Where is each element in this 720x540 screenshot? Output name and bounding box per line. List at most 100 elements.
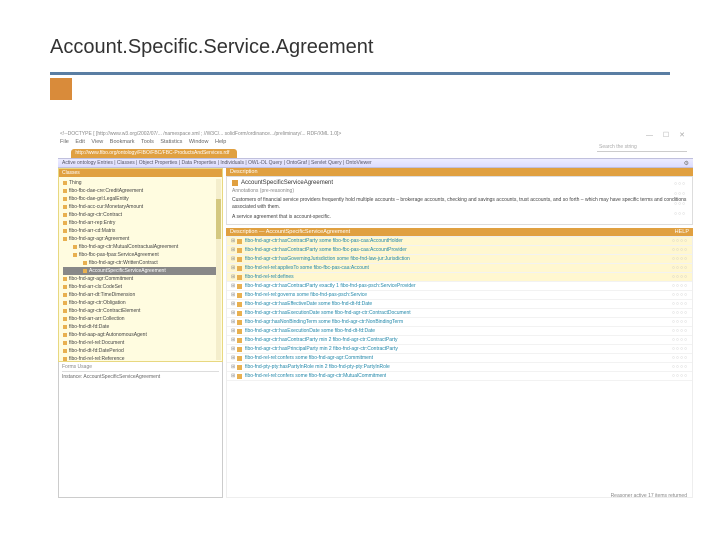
property-row[interactable]: ⊞fibo-fnd-rel-rel:confers some fibo-fnd-…	[227, 354, 692, 363]
class-icon	[237, 338, 242, 343]
tree-item[interactable]: fibo-fnd-arr-rep:Entry	[63, 219, 218, 227]
panel-dots-icon[interactable]: ○○○	[674, 211, 686, 217]
class-icon	[63, 197, 67, 201]
tab-inactive[interactable]	[58, 149, 71, 158]
row-actions-icon[interactable]: ○○○○	[672, 346, 688, 352]
formview-instance: Instance: AccountSpecificServiceAgreemen…	[62, 372, 219, 382]
property-label: fibo-fnd-agr-ctr:hasGoverningJurisdictio…	[245, 256, 410, 262]
tree-item[interactable]: fibo-fnd-dt-fd:Date	[63, 323, 218, 331]
menu-bookmark[interactable]: Bookmark	[110, 139, 135, 145]
tree-scrollbar[interactable]	[216, 179, 221, 360]
class-icon	[237, 257, 242, 262]
tree-item-label: fibo-fnd-arr-cd:Matrix	[69, 227, 115, 235]
tree-item[interactable]: fibo-fnd-aap-agt:AutonomousAgent	[63, 331, 218, 339]
row-actions-icon[interactable]: ○○○○	[672, 265, 688, 271]
menu-statistics[interactable]: Statistics	[160, 139, 182, 145]
row-actions-icon[interactable]: ○○○○	[672, 274, 688, 280]
property-row[interactable]: ⊞fibo-fnd-agr:hasNonBindingTerm some fib…	[227, 318, 692, 327]
tree-item[interactable]: fibo-fnd-arr-cd:Matrix	[63, 227, 218, 235]
tree-item[interactable]: fibo-fbc-pas-fpas:ServiceAgreement	[63, 251, 218, 259]
row-actions-icon[interactable]: ○○○○	[672, 283, 688, 289]
row-actions-icon[interactable]: ○○○○	[672, 256, 688, 262]
property-row[interactable]: ⊞fibo-fnd-agr-ctr:hasExecutionDate some …	[227, 327, 692, 336]
property-row[interactable]: ⊞fibo-fnd-agr-ctr:hasPrincipalParty min …	[227, 345, 692, 354]
property-row[interactable]: ⊞fibo-fnd-pty-pty:hasPartyInRole min 2 f…	[227, 363, 692, 372]
property-row[interactable]: ⊞fibo-fnd-agr-ctr:hasEffectiveDate some …	[227, 300, 692, 309]
row-actions-icon[interactable]: ○○○○	[672, 337, 688, 343]
tree-item[interactable]: fibo-fnd-agr-ctr:WrittenContract	[63, 259, 218, 267]
toolbar-tabs[interactable]: Active ontology Entries | Classes | Obje…	[62, 160, 372, 166]
panel-dots-icon[interactable]: ○○○	[674, 181, 686, 187]
tree-item[interactable]: AccountSpecificServiceAgreement	[63, 267, 218, 275]
menu-help[interactable]: Help	[215, 139, 226, 145]
description-subheader: Annotations (pre-reasoning)	[232, 188, 687, 194]
tree-item-label: fibo-fnd-agr-agr:Agreement	[69, 235, 129, 243]
class-icon	[237, 311, 242, 316]
tree-item-label: fibo-fnd-agr-ctr:WrittenContract	[89, 259, 158, 267]
tree-item-label: fibo-fnd-rel-rel:Document	[69, 339, 124, 347]
status-footer: Reasoner active 17 items returned	[611, 493, 687, 499]
property-label: fibo-fnd-rel-rel:governs some fibo-fnd-p…	[245, 292, 367, 298]
help-link[interactable]: HELP	[675, 229, 689, 235]
tree-item[interactable]: fibo-fbc-dae-cre:CreditAgreement	[63, 187, 218, 195]
property-row[interactable]: ⊞fibo-fnd-agr-ctr:hasContractParty min 2…	[227, 336, 692, 345]
toolbar[interactable]: Active ontology Entries | Classes | Obje…	[58, 158, 693, 168]
row-actions-icon[interactable]: ○○○○	[672, 301, 688, 307]
row-actions-icon[interactable]: ○○○○	[672, 364, 688, 370]
tree-item-label: fibo-fbc-dae-grl:LegalEntity	[69, 195, 129, 203]
tree-item[interactable]: fibo-fnd-agr-ctr:ContractElement	[63, 307, 218, 315]
property-row[interactable]: ⊞fibo-fnd-rel-rel:confers some fibo-fnd-…	[227, 372, 692, 381]
tree-item[interactable]: fibo-fnd-acc-cur:MonetaryAmount	[63, 203, 218, 211]
class-icon	[63, 229, 67, 233]
row-actions-icon[interactable]: ○○○○	[672, 373, 688, 379]
row-actions-icon[interactable]: ○○○○	[672, 355, 688, 361]
property-label: fibo-fnd-agr-ctr:hasEffectiveDate some f…	[245, 301, 372, 307]
property-row[interactable]: ⊞fibo-fnd-rel-rel:governs some fibo-fnd-…	[227, 291, 692, 300]
property-row[interactable]: ⊞fibo-fnd-agr-ctr:hasContractParty some …	[227, 246, 692, 255]
window-controls[interactable]: — ☐ ✕	[646, 131, 689, 139]
property-row[interactable]: ⊞fibo-fnd-agr-ctr:hasExecutionDate some …	[227, 309, 692, 318]
class-tree[interactable]: Classes Thingfibo-fbc-dae-cre:CreditAgre…	[58, 168, 223, 362]
tree-item[interactable]: fibo-fnd-rel-rel:Reference	[63, 355, 218, 362]
class-icon	[237, 239, 242, 244]
property-row[interactable]: ⊞fibo-fnd-rel-rel:defines○○○○	[227, 273, 692, 282]
menu-tools[interactable]: Tools	[141, 139, 154, 145]
class-icon	[63, 213, 67, 217]
tree-item[interactable]: Thing	[63, 179, 218, 187]
class-icon	[83, 261, 87, 265]
row-actions-icon[interactable]: ○○○○	[672, 238, 688, 244]
class-icon	[63, 277, 67, 281]
menu-file[interactable]: File	[60, 139, 69, 145]
tree-item[interactable]: fibo-fnd-agr-agr:Agreement	[63, 235, 218, 243]
property-row[interactable]: ⊞fibo-fnd-agr-ctr:hasContractParty exact…	[227, 282, 692, 291]
tree-item[interactable]: fibo-fnd-agr-ctr:Obligation	[63, 299, 218, 307]
tree-item[interactable]: fibo-fnd-dt-fd:DatePeriod	[63, 347, 218, 355]
formview-tabs[interactable]: Forms Usage	[62, 364, 219, 372]
property-row[interactable]: ⊞fibo-fnd-agr-ctr:hasGoverningJurisdicti…	[227, 255, 692, 264]
class-icon	[237, 302, 242, 307]
tab-active[interactable]: http://www.fibo.org/ontology/FIBO/FBC/FB…	[71, 149, 237, 158]
tree-item[interactable]: fibo-fnd-arr-dt:TimeDimension	[63, 291, 218, 299]
search-input[interactable]: Search the string	[597, 144, 687, 152]
property-row[interactable]: ⊞fibo-fnd-rel-rel:appliesTo some fibo-fb…	[227, 264, 692, 273]
tree-item[interactable]: fibo-fnd-agr-ctr:Contract	[63, 211, 218, 219]
row-actions-icon[interactable]: ○○○○	[672, 328, 688, 334]
tree-item[interactable]: fibo-fnd-agr-agr:Commitment	[63, 275, 218, 283]
row-actions-icon[interactable]: ○○○○	[672, 319, 688, 325]
row-actions-icon[interactable]: ○○○○	[672, 247, 688, 253]
menu-view[interactable]: View	[91, 139, 103, 145]
row-actions-icon[interactable]: ○○○○	[672, 292, 688, 298]
panel-dots-icon[interactable]: ○○○	[674, 201, 686, 207]
panel-dots-icon[interactable]: ○○○	[674, 191, 686, 197]
tree-item[interactable]: fibo-fnd-rel-rel:Document	[63, 339, 218, 347]
row-actions-icon[interactable]: ○○○○	[672, 310, 688, 316]
tree-item[interactable]: fibo-fnd-arr-cls:CodeSet	[63, 283, 218, 291]
menu-edit[interactable]: Edit	[75, 139, 84, 145]
property-row[interactable]: ⊞fibo-fnd-agr-ctr:hasContractParty some …	[227, 237, 692, 246]
tree-item[interactable]: fibo-fbc-dae-grl:LegalEntity	[63, 195, 218, 203]
menu-window[interactable]: Window	[189, 139, 209, 145]
tree-item[interactable]: fibo-fnd-agr-ctr:MutualContractualAgreem…	[63, 243, 218, 251]
gear-icon[interactable]: ⚙	[684, 160, 689, 167]
tree-item[interactable]: fibo-fnd-arr-arr:Collection	[63, 315, 218, 323]
class-icon	[237, 248, 242, 253]
